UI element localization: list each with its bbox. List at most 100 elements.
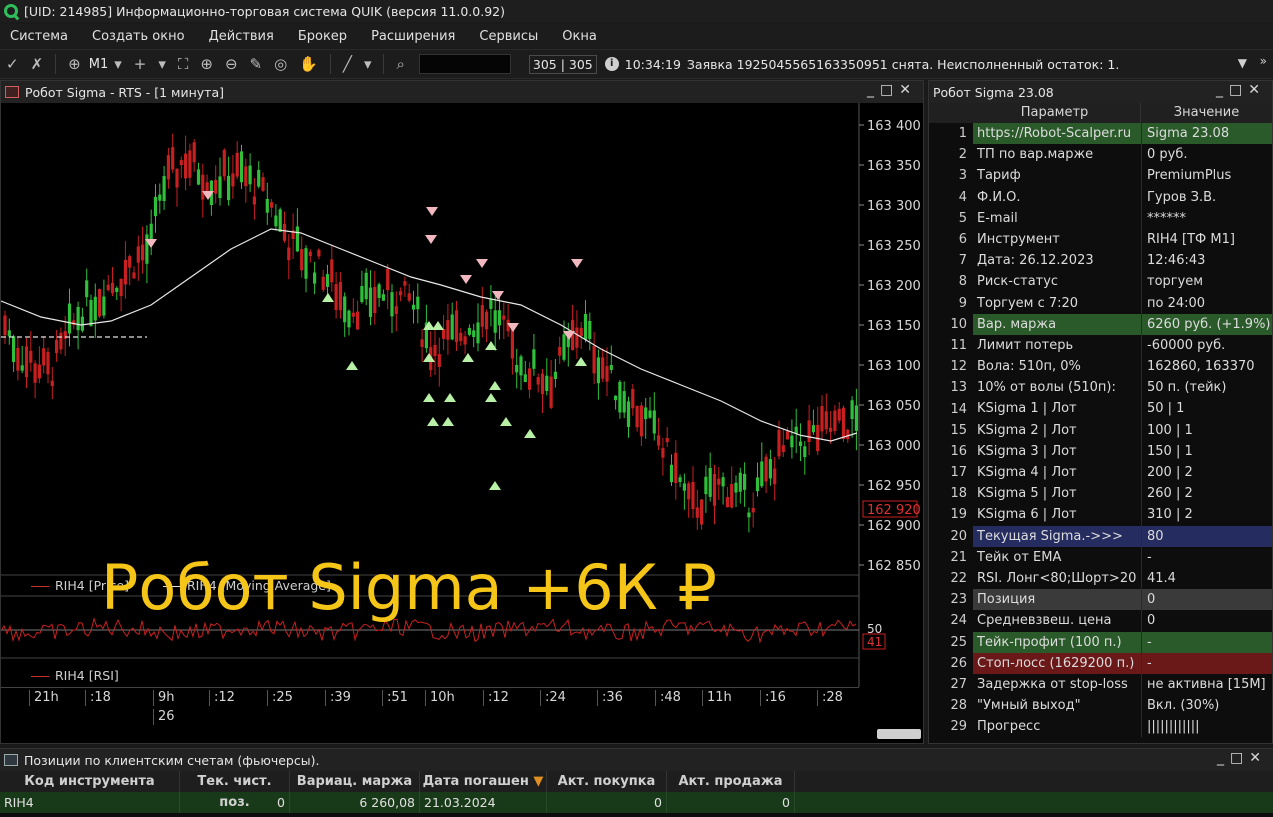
menu-item-services[interactable]: Сервисы (469, 29, 552, 44)
param-row[interactable]: 19 KSigma 6 | Лот 310 | 2 (929, 504, 1272, 526)
col-active-sell[interactable]: Акт. продажа (667, 771, 795, 792)
param-row[interactable]: 2 ТП по вар.марже 0 руб. (929, 144, 1272, 166)
candle-body (278, 209, 282, 232)
candle-body (16, 347, 20, 371)
candle-body (820, 406, 824, 432)
param-row[interactable]: 18 KSigma 5 | Лот 260 | 2 (929, 483, 1272, 505)
chevron-down-icon[interactable]: ▾ (158, 55, 166, 73)
chevron-down-icon[interactable]: ▾ (114, 55, 122, 73)
ruler-icon[interactable]: ✎ (250, 55, 263, 73)
time-tick-label: :48 (655, 690, 681, 706)
param-row[interactable]: 1 https://Robot-Scalper.ru Sigma 23.08 (929, 123, 1272, 145)
param-row[interactable]: 5 E-mail ****** (929, 207, 1272, 229)
param-row[interactable]: 27 Задержка от stop-loss не активна [15M] (929, 673, 1272, 696)
search-input[interactable] (418, 54, 511, 74)
candle-body (459, 332, 463, 342)
more-icon[interactable]: » (1260, 54, 1267, 68)
search-icon[interactable]: ⌕ (396, 55, 404, 73)
candle-body (760, 461, 764, 487)
candle-body (37, 364, 41, 379)
zoom-out-icon[interactable]: ⊖ (225, 55, 238, 73)
crosshair-icon[interactable]: + (134, 55, 147, 73)
info-icon: i (604, 57, 619, 71)
candle-body (515, 365, 519, 373)
menu-item-broker[interactable]: Брокер (288, 29, 361, 44)
add-indicator-icon[interactable]: ⊕ (68, 55, 81, 73)
param-row[interactable]: 11 Лимит потерь -60000 руб. (929, 334, 1272, 357)
cell-active-sell: 0 (667, 792, 795, 813)
candle-body (141, 244, 145, 261)
line-tool-icon[interactable]: ╱ (343, 55, 352, 73)
col-variation-margin[interactable]: Вариац. маржа (290, 771, 420, 792)
menu-item-actions[interactable]: Действия (199, 29, 288, 44)
target-icon[interactable]: ◎ (274, 55, 287, 73)
param-row[interactable]: 9 Торгуем с 7:20 по 24:00 (929, 292, 1272, 314)
col-param[interactable]: Параметр (929, 103, 1141, 123)
col-value[interactable]: Значение (1141, 103, 1272, 123)
timeframe-select[interactable]: M1 (89, 57, 109, 72)
col-active-buy[interactable]: Акт. покупка (547, 771, 667, 792)
param-row[interactable]: 16 KSigma 3 | Лот 150 | 1 (929, 440, 1272, 462)
param-name: Вар. маржа (973, 313, 1141, 335)
param-row[interactable]: 8 Риск-статус торгуем (929, 271, 1272, 293)
candle-body (579, 327, 583, 337)
param-row[interactable]: 15 KSigma 2 | Лот 100 | 1 (929, 419, 1272, 441)
candle-body (136, 246, 140, 263)
param-row[interactable]: 24 Средневзвеш. цена 0 (929, 610, 1272, 632)
param-value: RIH4 [ТФ M1] (1141, 228, 1272, 251)
cancel-check-icon[interactable]: ✗ (31, 55, 44, 73)
param-row[interactable]: 12 Вола: 510п, 0% 162860, 163370 (929, 356, 1272, 378)
fit-screen-icon[interactable]: ⛶ (178, 55, 189, 73)
param-name: Задержка от stop-loss (977, 676, 1128, 692)
chevron-down-icon[interactable]: ▼ (1238, 56, 1247, 70)
param-row[interactable]: 22 RSI. Лонг<80;Шорт>20 41.4 (929, 567, 1272, 590)
param-row[interactable]: 10 Вар. маржа 6260 руб. (+1.9%) (929, 313, 1272, 335)
candle-body (115, 287, 119, 292)
param-row[interactable]: 14 KSigma 1 | Лот 50 | 1 (929, 398, 1272, 420)
param-row[interactable]: 20 Текущая Sigma.->>> 80 (929, 525, 1272, 547)
candle-body (665, 437, 669, 443)
col-net-position[interactable]: Тек. чист. поз. (180, 771, 290, 810)
menu-item-windows[interactable]: Окна (552, 29, 611, 44)
param-row[interactable]: 13 10% от волы (510п): 50 п. (тейк) (929, 377, 1272, 399)
param-row[interactable]: 17 KSigma 4 | Лот 200 | 2 (929, 462, 1272, 484)
param-row[interactable]: 21 Тейк от EMA - (929, 546, 1272, 568)
candle-body (841, 407, 846, 439)
table-row[interactable]: RIH4 0 6 260,08 21.03.2024 0 0 (0, 792, 1273, 813)
candle-body (201, 174, 205, 200)
candle-body (175, 168, 179, 188)
menu-item-create-window[interactable]: Создать окно (82, 29, 199, 44)
quik-logo-icon (4, 4, 18, 18)
param-row[interactable]: 3 Тариф PremiumPlus (929, 165, 1272, 187)
horizontal-scrollbar[interactable] (877, 729, 921, 739)
candle-body (98, 289, 102, 317)
param-row[interactable]: 25 Тейк-профит (100 п.) - (929, 631, 1272, 653)
rsi-value-label: 41 (867, 635, 882, 649)
hand-icon[interactable]: ✋ (299, 55, 318, 73)
param-row[interactable]: 26 Стоп-лосс (1629200 п.) - (929, 652, 1272, 674)
col-expiry-date[interactable]: Дата погашен ▼ (420, 771, 547, 792)
col-instrument-code[interactable]: Код инструмента (0, 771, 180, 792)
chevron-down-icon[interactable]: ▾ (364, 55, 372, 73)
window-controls[interactable]: _□✕ (1216, 82, 1266, 98)
param-name: ТП по вар.марже (977, 147, 1094, 163)
menu-item-system[interactable]: Система (0, 29, 82, 44)
candle-body (106, 284, 110, 291)
param-row[interactable]: 23 Позиция 0 (929, 589, 1272, 611)
window-controls[interactable]: _□✕ (1217, 750, 1267, 766)
candle-body (730, 484, 734, 508)
time-axis: 21h:18 9h:12:25:39:51 10h:12:24:36:48 11h:1… (1, 687, 859, 725)
param-row[interactable]: 29 Прогресс |||||||||||| (929, 716, 1272, 738)
menu-item-extensions[interactable]: Расширения (361, 29, 469, 44)
param-row[interactable]: 7 Дата: 26.12.2023 12:46:43 (929, 250, 1272, 272)
param-row[interactable]: 4 Ф.И.О. Гуров З.В. (929, 186, 1272, 208)
check-icon[interactable]: ✓ (6, 55, 19, 73)
candle-body (523, 374, 527, 383)
param-name: KSigma 1 | Лот (977, 401, 1077, 417)
zoom-in-icon[interactable]: ⊕ (200, 55, 213, 73)
param-row[interactable]: 28 "Умный выход" Вкл. (30%) (929, 695, 1272, 717)
window-controls[interactable]: _□✕ (867, 82, 917, 98)
param-row[interactable]: 6 Инструмент RIH4 [ТФ M1] (929, 228, 1272, 251)
candle-body (222, 149, 226, 177)
candle-body (282, 223, 287, 241)
